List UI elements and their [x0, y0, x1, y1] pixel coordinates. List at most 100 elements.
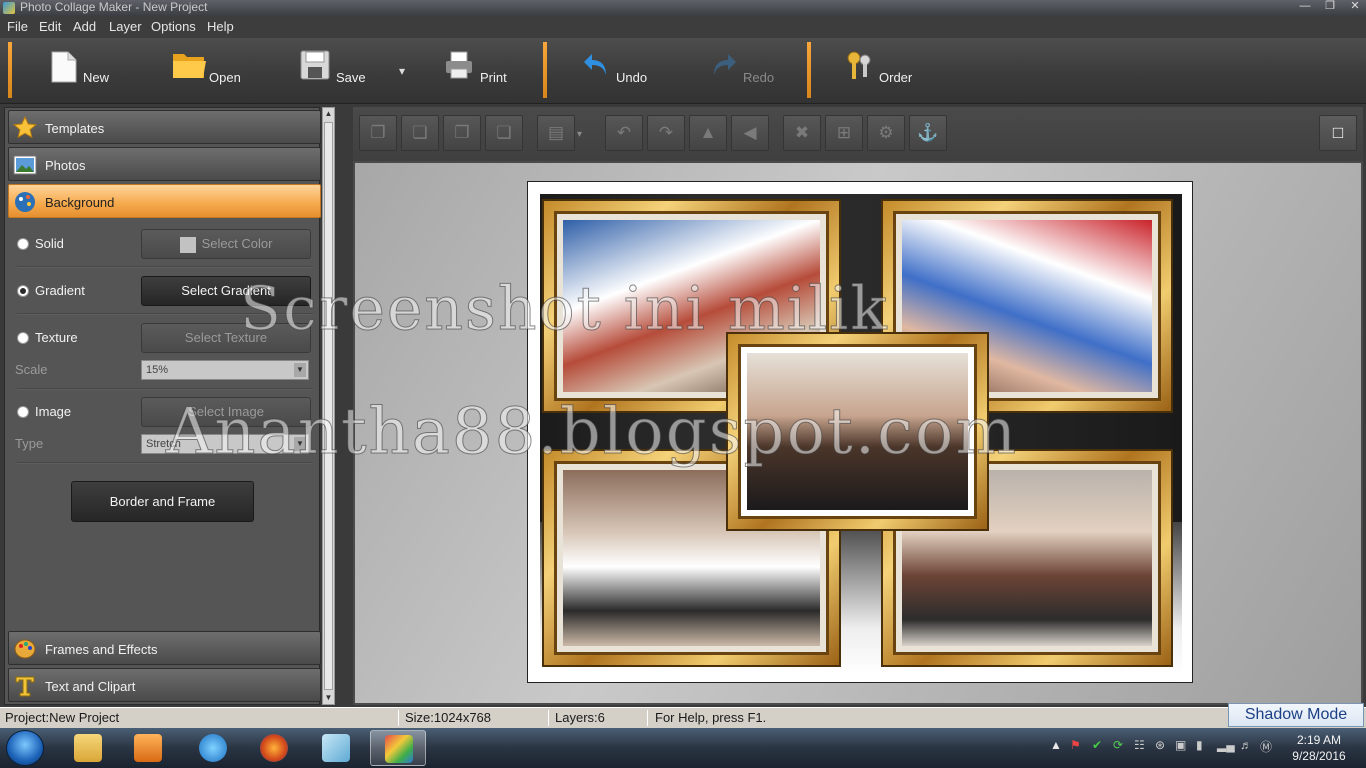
power-icon[interactable]: ▮ — [1196, 738, 1203, 752]
toolbar-divider — [543, 42, 547, 98]
text-t-icon — [15, 676, 35, 697]
new-label: New — [83, 70, 110, 85]
gradient-radio[interactable] — [17, 285, 29, 297]
bring-front-icon[interactable]: ❐ — [359, 115, 397, 151]
firefox-icon — [260, 734, 288, 762]
signal-icon[interactable]: ▂▄ — [1217, 738, 1235, 752]
redo-button[interactable]: Redo — [708, 46, 788, 96]
new-document-icon — [50, 50, 84, 84]
palette-icon — [15, 192, 35, 212]
taskbar-explorer[interactable] — [60, 730, 116, 766]
taskbar-firefox[interactable] — [246, 730, 302, 766]
divider — [17, 388, 313, 390]
image-label: Image — [35, 404, 72, 419]
status-layers: Layers:6 — [555, 710, 605, 725]
window-title: Photo Collage Maker - New Project — [20, 0, 208, 14]
align-dropdown-icon[interactable]: ▾ — [577, 129, 582, 140]
flip-horizontal-icon[interactable]: ▲ — [689, 115, 727, 151]
scroll-down-icon[interactable]: ▼ — [323, 692, 334, 704]
send-back-icon[interactable]: ❏ — [401, 115, 439, 151]
bluetooth-icon[interactable]: ⊛ — [1155, 738, 1165, 752]
delete-icon[interactable]: ✖ — [783, 115, 821, 151]
texture-radio[interactable] — [17, 332, 29, 344]
flag-icon[interactable]: ⚑ — [1070, 738, 1081, 752]
taskbar-internet-explorer[interactable] — [185, 730, 241, 766]
taskbar: ▲ ⚑ ✔ ⟳ ☷ ⊛ ▣ ▮ ▂▄ ♬ Ⓜ 2:19 AM 9/28/2016 — [0, 728, 1366, 768]
bring-forward-icon[interactable]: ❐ — [443, 115, 481, 151]
media-player-icon — [134, 734, 162, 762]
texture-label: Texture — [35, 330, 78, 345]
minimize-icon[interactable]: — — [1293, 0, 1317, 14]
select-color-button[interactable]: Select Color — [141, 229, 311, 259]
order-button[interactable]: Order — [845, 46, 925, 96]
clock[interactable]: 2:19 AM 9/28/2016 — [1284, 732, 1354, 764]
skype-icon[interactable]: Ⓜ — [1260, 738, 1272, 755]
network-share-icon[interactable]: ☷ — [1134, 738, 1145, 752]
border-frame-button[interactable]: Border and Frame — [71, 481, 254, 522]
scroll-up-icon[interactable]: ▲ — [323, 108, 334, 120]
crop-icon[interactable]: ⊞ — [825, 115, 863, 151]
menu-add[interactable]: Add — [73, 19, 96, 34]
color-swatch — [179, 236, 196, 253]
watermark-line-1: Screenshot ini milik — [240, 274, 889, 345]
rotate-right-icon[interactable]: ↷ — [647, 115, 685, 151]
volume-icon[interactable]: ♬ — [1240, 738, 1252, 752]
menu-options[interactable]: Options — [151, 19, 196, 34]
notepad-icon — [322, 734, 350, 762]
restore-icon[interactable]: ❐ — [1318, 0, 1342, 14]
scale-select[interactable]: 15% ▼ — [141, 360, 309, 380]
print-button[interactable]: Print — [444, 46, 524, 96]
background-header[interactable]: Background — [8, 184, 321, 218]
save-button[interactable]: Save — [300, 46, 380, 96]
undo-icon — [582, 50, 616, 84]
scale-label: Scale — [15, 362, 48, 377]
shadow-mode-button[interactable]: Shadow Mode — [1228, 703, 1364, 727]
align-icon[interactable]: ▤ — [537, 115, 575, 151]
taskbar-photo-collage-maker[interactable] — [370, 730, 426, 766]
redo-icon — [708, 50, 742, 84]
templates-header[interactable]: Templates — [8, 110, 321, 144]
title-bar: Photo Collage Maker - New Project — ❐ ✕ — [0, 0, 1366, 16]
send-backward-icon[interactable]: ❏ — [485, 115, 523, 151]
edit-toolbar: ❐ ❏ ❐ ❏ ▤ ▾ ↶ ↷ ▲ ◀ ✖ ⊞ ⚙ ⚓ □ — [353, 107, 1363, 161]
keys-icon — [845, 50, 879, 84]
taskbar-notepad[interactable] — [308, 730, 364, 766]
security-icon[interactable]: ✔ — [1092, 738, 1102, 752]
close-icon[interactable]: ✕ — [1343, 0, 1366, 14]
floppy-icon — [300, 50, 334, 84]
menu-help[interactable]: Help — [207, 19, 234, 34]
sync-icon[interactable]: ⟳ — [1113, 738, 1123, 752]
flip-vertical-icon[interactable]: ◀ — [731, 115, 769, 151]
folder-icon — [74, 734, 102, 762]
menu-layer[interactable]: Layer — [109, 19, 142, 34]
start-button[interactable] — [6, 730, 44, 766]
photos-header[interactable]: Photos — [8, 147, 321, 181]
undo-button[interactable]: Undo — [582, 46, 662, 96]
page-icon[interactable]: □ — [1319, 115, 1357, 151]
printer-icon — [444, 50, 478, 84]
solid-label: Solid — [35, 236, 64, 251]
open-button[interactable]: Open — [172, 46, 252, 96]
lock-icon[interactable]: ⚓ — [909, 115, 947, 151]
display-icon[interactable]: ▣ — [1175, 738, 1186, 752]
open-label: Open — [209, 70, 241, 85]
divider — [17, 266, 313, 268]
clock-time: 2:19 AM — [1296, 733, 1342, 747]
menu-file[interactable]: File — [7, 19, 28, 34]
new-button[interactable]: New — [50, 46, 120, 96]
rotate-left-icon[interactable]: ↶ — [605, 115, 643, 151]
watermark-line-2: Anantha88.blogspot.com — [165, 395, 1019, 470]
menu-edit[interactable]: Edit — [39, 19, 61, 34]
toolbar-divider — [807, 42, 811, 98]
frames-effects-header[interactable]: Frames and Effects — [8, 631, 321, 665]
solid-radio[interactable] — [17, 238, 29, 250]
type-label: Type — [15, 436, 44, 451]
image-radio[interactable] — [17, 406, 29, 418]
taskbar-media-player[interactable] — [120, 730, 176, 766]
text-clipart-header[interactable]: Text and Clipart — [8, 668, 321, 702]
show-hidden-icons[interactable]: ▲ — [1050, 738, 1062, 752]
gear-icon[interactable]: ⚙ — [867, 115, 905, 151]
chevron-down-icon: ▼ — [294, 363, 306, 377]
paint-palette-icon — [14, 639, 36, 659]
save-dropdown-icon[interactable]: ▾ — [399, 64, 405, 78]
